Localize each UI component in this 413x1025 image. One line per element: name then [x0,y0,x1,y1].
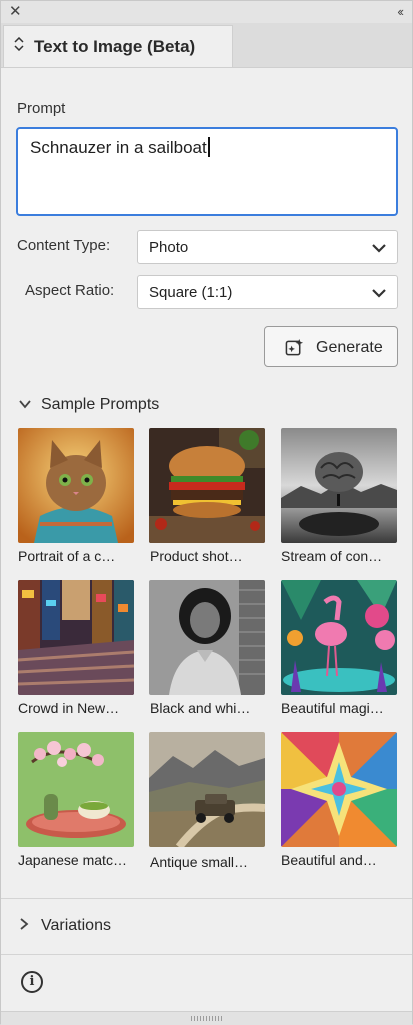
chevron-down-icon [372,244,386,253]
aspect-ratio-value: Square (1:1) [149,284,233,301]
up-down-chevron-icon [14,36,24,54]
panel-titlebar: ✕ ‹‹ [1,1,412,24]
text-caret [207,137,210,157]
tab-title: Text to Image (Beta) [34,37,196,56]
sample-prompts-toggle[interactable]: Sample Prompts [19,396,159,414]
city-crowd-thumbnail[interactable] [18,580,134,695]
sample-caption-9: Beautiful and… [281,852,377,868]
sample-prompts-heading: Sample Prompts [41,396,160,413]
resize-grip[interactable] [1,1011,412,1025]
grip-lines [191,1016,223,1021]
chevron-down-icon [19,398,33,412]
section-divider [1,898,412,899]
generate-button[interactable]: Generate [264,326,398,367]
sample-caption-2: Product shot… [150,548,243,564]
generate-label: Generate [316,339,383,356]
matcha-thumbnail[interactable] [18,732,134,847]
sample-caption-1: Portrait of a c… [18,548,116,564]
flamingo-thumbnail[interactable] [281,580,397,695]
aspect-ratio-select[interactable]: Square (1:1) [137,275,398,309]
sparkle-image-icon [285,338,304,356]
antique-car-thumbnail[interactable] [149,732,265,847]
tab-text-to-image[interactable]: Text to Image (Beta) [3,25,233,67]
prompt-textarea[interactable]: Schnauzer in a sailboat [16,127,398,216]
sample-caption-7: Japanese matc… [18,852,127,868]
sample-caption-5: Black and whi… [150,700,251,716]
close-icon[interactable]: ✕ [9,3,22,21]
tab-bar: Text to Image (Beta) [1,23,412,68]
sample-caption-6: Beautiful magi… [281,700,384,716]
double-chevron-left-icon[interactable]: ‹‹ [397,3,404,21]
brain-landscape-thumbnail[interactable] [281,428,397,543]
sample-caption-3: Stream of con… [281,548,383,564]
origami-star-thumbnail[interactable] [281,732,397,847]
prompt-text: Schnauzer in a sailboat [30,137,210,158]
variations-heading: Variations [41,917,111,934]
variations-toggle[interactable]: Variations [19,917,111,935]
section-divider [1,954,412,955]
info-icon[interactable]: i [21,971,43,993]
chevron-right-icon [19,918,33,933]
text-to-image-panel: ✕ ‹‹ Text to Image (Beta) Prompt Schnauz… [0,0,413,1025]
chevron-down-icon [372,289,386,298]
bw-portrait-thumbnail[interactable] [149,580,265,695]
content-type-value: Photo [149,239,189,256]
prompt-label: Prompt [17,100,66,117]
burger-thumbnail[interactable] [149,428,265,543]
aspect-ratio-label: Aspect Ratio: [25,282,115,299]
content-type-select[interactable]: Photo [137,230,398,264]
sample-caption-4: Crowd in New… [18,700,120,716]
sample-caption-8: Antique small… [150,854,249,870]
kitten-thumbnail[interactable] [18,428,134,543]
content-type-label: Content Type: [17,237,111,254]
